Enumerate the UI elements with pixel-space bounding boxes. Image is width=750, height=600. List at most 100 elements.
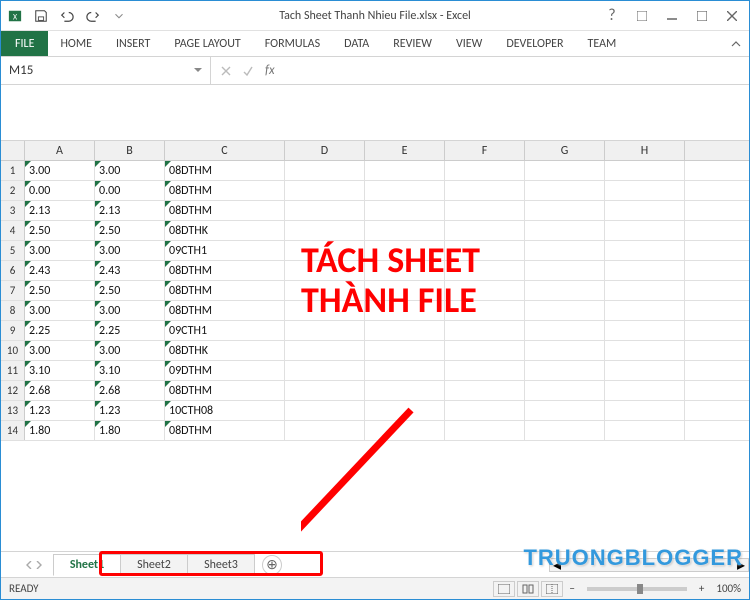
ribbon-collapse-icon[interactable] (731, 31, 749, 56)
hscroll-left-icon[interactable]: ◂ (550, 559, 564, 571)
cell[interactable] (605, 241, 685, 260)
sheet-tab-sheet2[interactable]: Sheet2 (120, 554, 188, 576)
cell[interactable] (285, 161, 365, 180)
cell[interactable]: 2.68 (95, 381, 165, 400)
cell[interactable] (605, 201, 685, 220)
cell[interactable] (445, 361, 525, 380)
row-header[interactable]: 10 (1, 341, 25, 360)
cell[interactable]: 08DTHM (165, 181, 285, 200)
row-header[interactable]: 3 (1, 201, 25, 220)
cell[interactable]: 08DTHK (165, 341, 285, 360)
cell[interactable]: 1.23 (25, 401, 95, 420)
cell[interactable]: 2.25 (95, 321, 165, 340)
hscroll-right-icon[interactable]: ▸ (734, 559, 748, 571)
cell[interactable]: 08DTHM (165, 381, 285, 400)
cell[interactable]: 3.00 (25, 161, 95, 180)
cell[interactable]: 3.00 (95, 341, 165, 360)
tab-data[interactable]: DATA (332, 31, 381, 56)
horizontal-scrollbar[interactable]: ◂ ▸ (549, 558, 749, 572)
ribbon-display-icon[interactable] (629, 5, 655, 27)
cell[interactable] (525, 241, 605, 260)
cell[interactable] (525, 201, 605, 220)
cell[interactable] (285, 301, 365, 320)
cell[interactable] (525, 181, 605, 200)
cell[interactable]: 09CTH1 (165, 241, 285, 260)
fx-label[interactable]: fx (261, 63, 275, 78)
cell[interactable] (605, 361, 685, 380)
cell[interactable]: 2.50 (25, 221, 95, 240)
cell[interactable] (445, 321, 525, 340)
cell[interactable] (445, 221, 525, 240)
tab-team[interactable]: TEAM (576, 31, 629, 56)
sheet-tab-sheet1[interactable]: Sheet1 (53, 554, 121, 576)
col-header[interactable]: C (165, 141, 285, 160)
cell[interactable]: 3.10 (95, 361, 165, 380)
cell[interactable]: 2.50 (95, 221, 165, 240)
cell[interactable] (525, 221, 605, 240)
cell[interactable] (605, 261, 685, 280)
cell[interactable] (285, 401, 365, 420)
cell[interactable]: 2.13 (25, 201, 95, 220)
redo-icon[interactable] (83, 6, 103, 26)
cell[interactable]: 08DTHM (165, 161, 285, 180)
cell[interactable] (605, 281, 685, 300)
cell[interactable] (365, 321, 445, 340)
worksheet-grid[interactable]: A B C D E F G H 13.003.0008DTHM20.000.00… (1, 141, 749, 551)
sheet-nav-prev-icon[interactable] (25, 555, 33, 574)
cell[interactable] (525, 261, 605, 280)
cell[interactable] (445, 301, 525, 320)
tab-formulas[interactable]: FORMULAS (253, 31, 332, 56)
cell[interactable] (365, 181, 445, 200)
close-icon[interactable] (719, 5, 745, 27)
minimize-icon[interactable] (659, 5, 685, 27)
cell[interactable] (365, 281, 445, 300)
cell[interactable] (285, 241, 365, 260)
cell[interactable]: 09CTH1 (165, 321, 285, 340)
cell[interactable] (365, 201, 445, 220)
cell[interactable]: 3.00 (95, 241, 165, 260)
cell[interactable]: 2.25 (25, 321, 95, 340)
cell[interactable] (445, 401, 525, 420)
cell[interactable] (285, 201, 365, 220)
sheet-tab-sheet3[interactable]: Sheet3 (187, 554, 255, 576)
row-header[interactable]: 8 (1, 301, 25, 320)
cell[interactable] (445, 261, 525, 280)
cell[interactable] (285, 261, 365, 280)
col-header[interactable]: B (95, 141, 165, 160)
cell[interactable] (285, 321, 365, 340)
cell[interactable] (445, 201, 525, 220)
enter-formula-icon[interactable] (239, 62, 257, 80)
cell[interactable] (285, 221, 365, 240)
cell[interactable] (285, 281, 365, 300)
tab-view[interactable]: VIEW (444, 31, 494, 56)
cell[interactable]: 08DTHM (165, 421, 285, 440)
cell[interactable] (605, 341, 685, 360)
cell[interactable] (365, 241, 445, 260)
cell[interactable] (525, 421, 605, 440)
maximize-icon[interactable] (689, 5, 715, 27)
help-icon[interactable]: ? (599, 5, 625, 27)
cell[interactable] (525, 161, 605, 180)
save-icon[interactable] (31, 6, 51, 26)
cell[interactable] (365, 361, 445, 380)
cell[interactable]: 1.23 (95, 401, 165, 420)
cell[interactable]: 1.80 (95, 421, 165, 440)
zoom-out-icon[interactable]: − (565, 582, 578, 595)
file-tab[interactable]: FILE (1, 31, 48, 56)
cell[interactable] (525, 301, 605, 320)
cell[interactable]: 2.50 (25, 281, 95, 300)
cell[interactable] (365, 301, 445, 320)
tab-home[interactable]: HOME (48, 31, 104, 56)
row-header[interactable]: 6 (1, 261, 25, 280)
cell[interactable]: 2.13 (95, 201, 165, 220)
cell[interactable]: 0.00 (95, 181, 165, 200)
col-header[interactable]: A (25, 141, 95, 160)
cell[interactable]: 2.43 (25, 261, 95, 280)
row-header[interactable]: 5 (1, 241, 25, 260)
undo-icon[interactable] (57, 6, 77, 26)
cell[interactable] (285, 361, 365, 380)
cell[interactable]: 08DTHM (165, 261, 285, 280)
cell[interactable] (445, 161, 525, 180)
cell[interactable]: 08DTHK (165, 221, 285, 240)
cell[interactable]: 2.50 (95, 281, 165, 300)
